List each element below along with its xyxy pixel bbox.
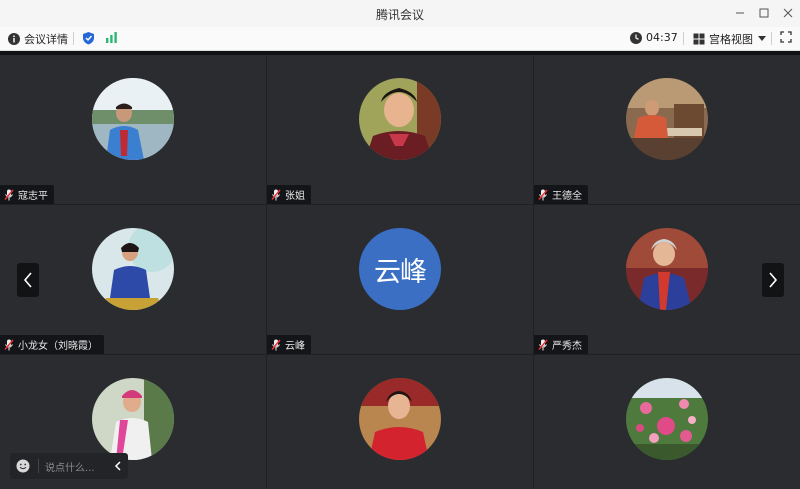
participant-name: 寇志平 [18, 191, 48, 202]
chevron-left-icon [114, 461, 121, 471]
participant-name: 王德全 [552, 191, 582, 202]
participant-tile[interactable] [267, 355, 533, 489]
participant-name: 云峰 [285, 341, 305, 352]
toolbar-divider [771, 32, 772, 45]
chat-divider [38, 459, 39, 473]
avatar [626, 228, 708, 310]
toolbar-divider [73, 32, 74, 45]
participant-name: 张姐 [285, 191, 305, 202]
chevron-left-icon [23, 272, 32, 288]
avatar [92, 78, 174, 160]
microphone-muted-icon [271, 189, 281, 200]
toolbar-divider [683, 32, 684, 45]
participant-name-tag: 严秀杰 [534, 335, 588, 354]
avatar [626, 78, 708, 160]
avatar [92, 228, 174, 310]
participant-tile[interactable]: 王德全 [534, 55, 800, 204]
participant-photo [626, 378, 708, 460]
avatar [359, 78, 441, 160]
shield-icon [83, 32, 94, 45]
avatar [359, 378, 441, 460]
view-mode-dropdown[interactable]: 宫格视图 [693, 31, 766, 47]
close-icon [783, 8, 793, 18]
participant-name: 小龙女（刘晓霞） [18, 341, 98, 352]
previous-page-button[interactable] [17, 263, 39, 297]
avatar [92, 378, 174, 460]
participant-photo [359, 78, 441, 160]
minimize-icon [736, 12, 744, 14]
avatar-initials: 云峰 [374, 256, 427, 288]
maximize-icon [759, 8, 769, 18]
participant-tile[interactable]: 小龙女（刘晓霞） [0, 205, 266, 354]
participant-photo [359, 378, 441, 460]
fullscreen-icon [780, 31, 792, 43]
caret-down-icon [758, 36, 766, 41]
participant-photo [92, 228, 174, 310]
view-mode-label: 宫格视图 [709, 33, 753, 46]
microphone-muted-icon [538, 189, 548, 200]
video-grid: 寇志平 张姐 王德全 小龙女（刘晓霞） 云峰 云峰 严秀杰 说点什么... [0, 55, 800, 489]
microphone-muted-icon [538, 339, 548, 350]
chat-placeholder: 说点什么... [45, 462, 95, 474]
security-button[interactable] [82, 31, 95, 45]
participant-name-tag: 云峰 [267, 335, 311, 354]
microphone-muted-icon [4, 339, 14, 350]
close-button[interactable] [777, 3, 799, 23]
chevron-right-icon [769, 272, 778, 288]
next-page-button[interactable] [762, 263, 784, 297]
signal-bars-icon [106, 32, 117, 43]
collapse-chat-button[interactable] [110, 457, 124, 475]
minimize-button[interactable] [729, 3, 751, 23]
participant-name: 严秀杰 [552, 341, 582, 352]
avatar [626, 378, 708, 460]
meeting-details-button[interactable]: 会议详情 [8, 31, 68, 47]
participant-photo [92, 78, 174, 160]
title-bar: 腾讯会议 [0, 0, 800, 27]
participant-name-tag: 王德全 [534, 185, 588, 204]
fullscreen-button[interactable] [780, 31, 792, 43]
microphone-muted-icon [271, 339, 281, 350]
avatar: 云峰 [359, 228, 441, 310]
network-signal-button[interactable] [105, 31, 118, 43]
participant-tile[interactable] [534, 355, 800, 489]
participant-tile[interactable]: 寇志平 [0, 55, 266, 204]
participant-name-tag: 张姐 [267, 185, 311, 204]
participant-name-tag: 寇志平 [0, 185, 54, 204]
participant-photo [92, 378, 174, 460]
emoji-icon [16, 459, 30, 473]
timer-text: 04:37 [646, 31, 678, 44]
participant-name-tag: 小龙女（刘晓霞） [0, 335, 104, 354]
participant-photo [626, 228, 708, 310]
meeting-toolbar: 会议详情 04:37 宫格视图 [0, 27, 800, 51]
grid-view-icon [693, 33, 705, 45]
window-title: 腾讯会议 [375, 8, 424, 22]
participant-tile[interactable]: 严秀杰 [534, 205, 800, 354]
microphone-muted-icon [4, 189, 14, 200]
meeting-details-label: 会议详情 [24, 33, 68, 46]
info-icon [8, 33, 20, 45]
maximize-button[interactable] [753, 3, 775, 23]
clock-icon [630, 31, 642, 44]
participant-tile[interactable]: 张姐 [267, 55, 533, 204]
participant-tile[interactable]: 云峰 云峰 [267, 205, 533, 354]
participant-photo [626, 78, 708, 160]
meeting-timer: 04:37 [630, 31, 678, 44]
